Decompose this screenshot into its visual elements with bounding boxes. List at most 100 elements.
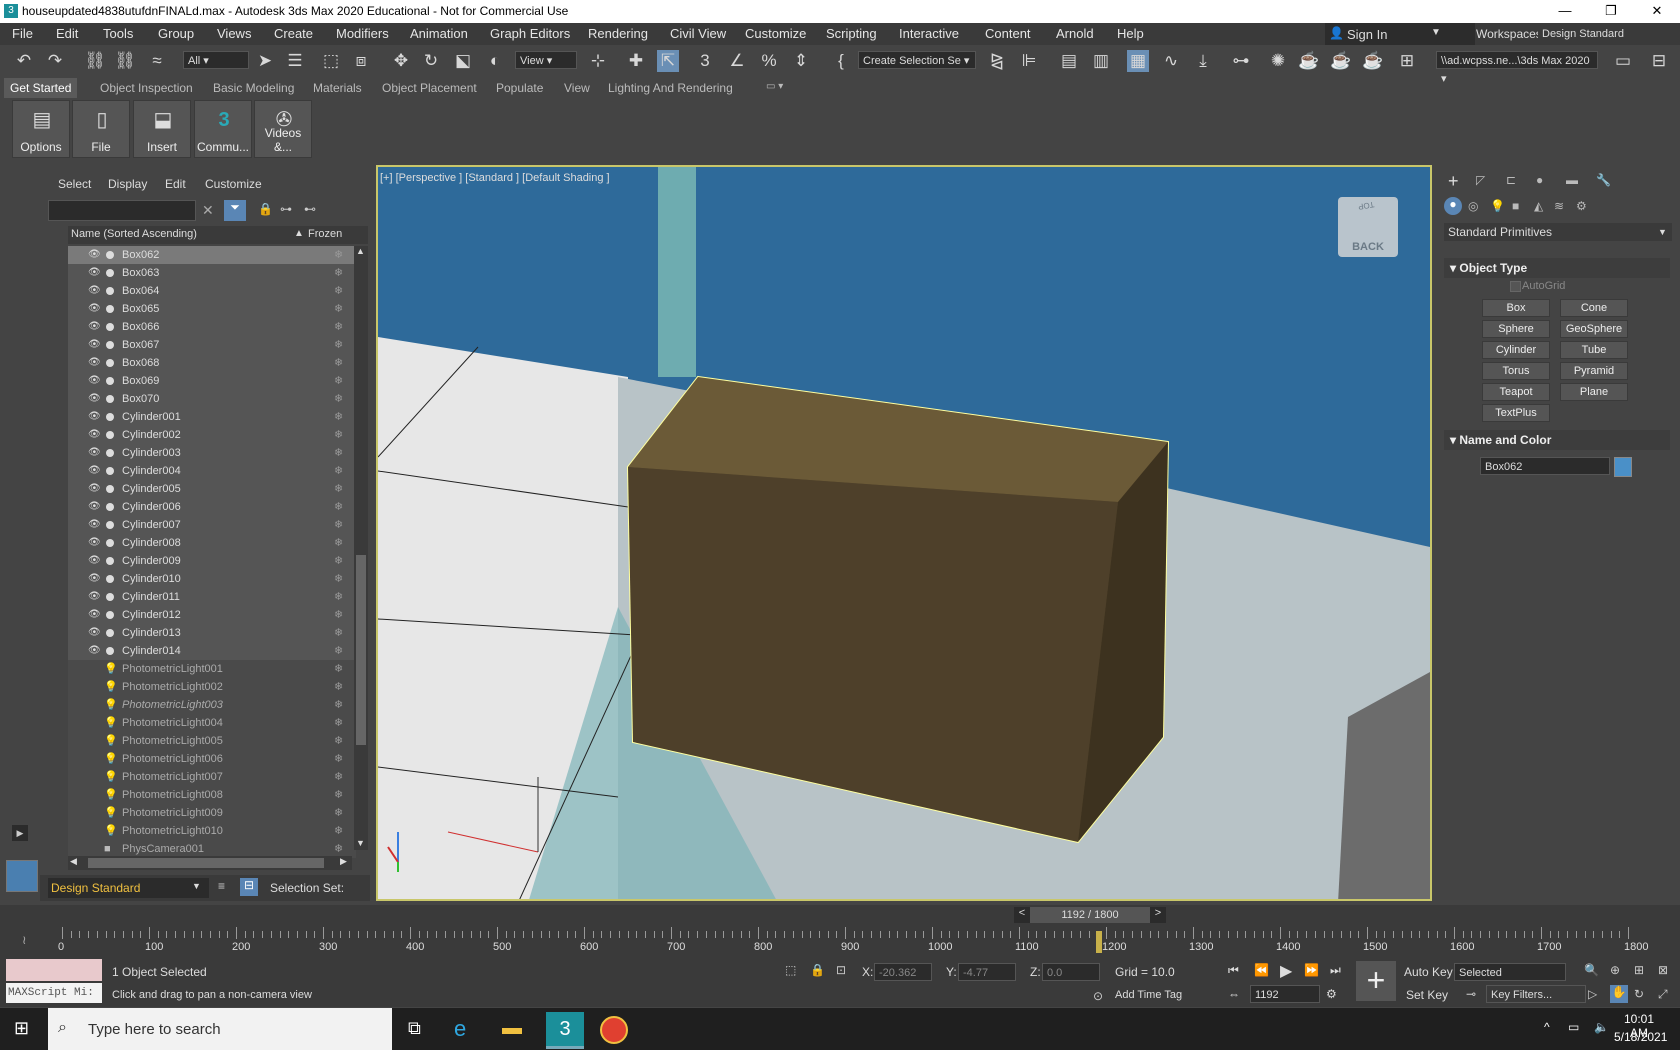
tab-lighting-and-rendering[interactable]: Lighting And Rendering — [608, 81, 733, 95]
primitive-button-geosphere[interactable]: GeoSphere — [1560, 320, 1628, 338]
table-row[interactable]: 👁 Box066 ❄ — [68, 318, 356, 336]
menu-views[interactable]: Views — [217, 26, 251, 41]
current-frame-field[interactable]: 1192 — [1250, 985, 1320, 1003]
explorer-vertical-scrollbar[interactable]: ▲ ▼ — [354, 246, 368, 850]
object-type-rollout[interactable]: ▾ Object Type — [1444, 258, 1670, 278]
table-row[interactable]: 👁 Box062 ❄ — [68, 246, 356, 264]
rotate-icon[interactable]: ↻ — [420, 50, 442, 72]
motion-tab-icon[interactable]: ● — [1536, 173, 1543, 187]
table-row[interactable]: 💡 PhotometricLight005 ❄ — [68, 732, 356, 750]
frozen-toggle-icon[interactable]: ❄ — [334, 444, 343, 462]
task-view-icon[interactable]: ⧉ — [408, 1018, 421, 1039]
table-row[interactable]: 👁 Cylinder008 ❄ — [68, 534, 356, 552]
go-to-end-icon[interactable]: ⏭ — [1330, 963, 1341, 978]
angle-snap-icon[interactable]: ∠ — [726, 50, 748, 72]
menu-graph-editors[interactable]: Graph Editors — [490, 26, 570, 41]
maxscript-listener[interactable] — [6, 959, 102, 981]
layer-explorer-icon[interactable]: ▤ — [1058, 50, 1080, 72]
frozen-toggle-icon[interactable]: ❄ — [334, 354, 343, 372]
named-selection-dropdown[interactable]: Create Selection Se ▾ — [858, 51, 976, 69]
frozen-toggle-icon[interactable]: ❄ — [334, 588, 343, 606]
visibility-eye-icon[interactable]: 👁 — [88, 318, 101, 336]
undo-icon[interactable]: ↶ — [13, 50, 35, 72]
zoom-extents-icon[interactable]: ⊞ — [1634, 963, 1644, 977]
frozen-toggle-icon[interactable]: ❄ — [334, 696, 343, 714]
scale-icon[interactable]: ⬕ — [452, 50, 474, 72]
table-row[interactable]: 👁 Cylinder005 ❄ — [68, 480, 356, 498]
explorer-menu-edit[interactable]: Edit — [165, 177, 186, 191]
layers-icon[interactable]: ≡ — [218, 879, 225, 893]
frozen-toggle-icon[interactable]: ❄ — [334, 408, 343, 426]
clear-search-icon[interactable]: ✕ — [202, 202, 214, 219]
primitive-button-torus[interactable]: Torus — [1482, 362, 1550, 380]
table-row[interactable]: 👁 Cylinder014 ❄ — [68, 642, 356, 660]
frozen-toggle-icon[interactable]: ❄ — [334, 660, 343, 678]
frozen-toggle-icon[interactable]: ❄ — [334, 300, 343, 318]
lock-icon[interactable]: 🔒 — [258, 202, 273, 216]
scroll-left-icon[interactable]: ◀ — [70, 856, 77, 867]
horizontal-scroll-thumb[interactable] — [88, 858, 324, 868]
visibility-eye-icon[interactable]: 👁 — [88, 264, 101, 282]
isolate-selection-icon[interactable]: ⬚ — [785, 963, 796, 977]
absolute-mode-icon[interactable]: ⊡ — [836, 963, 846, 977]
tab-get-started[interactable]: Get Started — [4, 78, 78, 98]
selection-lock-icon[interactable]: 🔒 — [810, 963, 825, 977]
set-key-big-icon[interactable]: + — [1356, 961, 1396, 1001]
add-time-tag[interactable]: Add Time Tag — [1115, 989, 1182, 1001]
menu-file[interactable]: File — [12, 26, 33, 41]
frozen-toggle-icon[interactable]: ❄ — [334, 390, 343, 408]
table-row[interactable]: 👁 Cylinder006 ❄ — [68, 498, 356, 516]
visibility-eye-icon[interactable]: 👁 — [88, 408, 101, 426]
insert-button[interactable]: ⬓ Insert — [133, 100, 191, 158]
table-row[interactable]: 👁 Box070 ❄ — [68, 390, 356, 408]
field-of-view-icon[interactable]: ▷ — [1588, 987, 1597, 1001]
tab-basic-modeling[interactable]: Basic Modeling — [213, 81, 294, 95]
object-color-swatch[interactable] — [1614, 457, 1632, 477]
key-mode-toggle-icon[interactable]: ⇔ — [1228, 987, 1240, 1001]
primitive-button-textplus[interactable]: TextPlus — [1482, 404, 1550, 422]
menu-arnold[interactable]: Arnold — [1056, 26, 1094, 41]
frozen-toggle-icon[interactable]: ❄ — [334, 372, 343, 390]
find-filter-icon[interactable]: ⏷ — [224, 200, 246, 221]
table-row[interactable]: 👁 Cylinder012 ❄ — [68, 606, 356, 624]
table-row[interactable]: 💡 PhotometricLight001 ❄ — [68, 660, 356, 678]
window-crossing-icon[interactable]: ⧈ — [350, 50, 372, 72]
scene-explorer-icon[interactable]: ▦ — [1127, 50, 1149, 72]
visibility-eye-icon[interactable]: 👁 — [88, 444, 101, 462]
table-row[interactable]: 👁 Box065 ❄ — [68, 300, 356, 318]
frozen-toggle-icon[interactable]: ❄ — [334, 714, 343, 732]
place-icon[interactable]: ◐ — [484, 50, 506, 72]
render-cloud-icon[interactable]: ⊞ — [1396, 50, 1418, 72]
primitive-button-plane[interactable]: Plane — [1560, 383, 1628, 401]
menu-scripting[interactable]: Scripting — [826, 26, 877, 41]
perspective-viewport[interactable]: BACK TOP — [376, 165, 1432, 901]
select-object-icon[interactable]: ➤ — [254, 50, 276, 72]
explorer-horizontal-scrollbar[interactable]: ◀ ▶ — [68, 856, 352, 870]
frozen-toggle-icon[interactable]: ❄ — [334, 318, 343, 336]
visibility-eye-icon[interactable]: 👁 — [88, 390, 101, 408]
system-tray-chevron-icon[interactable]: ^ — [1544, 1020, 1550, 1034]
visibility-eye-icon[interactable]: 👁 — [88, 354, 101, 372]
curve-editor-mini-icon[interactable]: ≀ — [22, 933, 27, 947]
go-to-start-icon[interactable]: ⏮ — [1228, 963, 1239, 978]
utilities-tab-icon[interactable]: 🔧 — [1596, 173, 1611, 187]
edge-icon[interactable]: e — [454, 1016, 466, 1042]
key-filters-button[interactable]: Key Filters... — [1486, 985, 1586, 1003]
frozen-toggle-icon[interactable]: ❄ — [334, 786, 343, 804]
workspace-explorer-dropdown[interactable]: Design Standard — [48, 878, 209, 898]
table-row[interactable]: 👁 Box063 ❄ — [68, 264, 356, 282]
render-frame-icon[interactable]: ☕ — [1330, 50, 1352, 72]
autogrid-checkbox[interactable] — [1510, 281, 1521, 292]
frozen-toggle-icon[interactable]: ❄ — [334, 570, 343, 588]
project-path-dropdown[interactable]: \\ad.wcpss.ne...\3ds Max 2020 ▾ — [1436, 51, 1598, 85]
table-row[interactable]: 👁 Cylinder011 ❄ — [68, 588, 356, 606]
move-icon[interactable]: ✥ — [390, 50, 412, 72]
expand-panel-icon[interactable]: ▶ — [12, 825, 28, 841]
visibility-eye-icon[interactable]: 👁 — [88, 282, 101, 300]
visibility-eye-icon[interactable]: 👁 — [88, 552, 101, 570]
select-manipulate-icon[interactable]: ✚ — [625, 50, 647, 72]
cameras-category-icon[interactable]: ■ — [1512, 199, 1519, 213]
previous-key-icon[interactable]: ⏪ — [1254, 963, 1269, 977]
unlink-icon[interactable]: ⛓ — [114, 50, 136, 72]
link-icon[interactable]: ⛓ — [84, 50, 106, 72]
